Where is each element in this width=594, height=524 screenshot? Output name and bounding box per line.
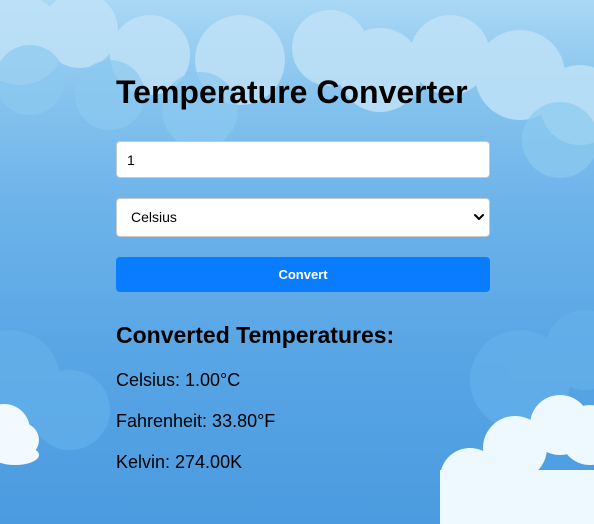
unit-select-value: Celsius bbox=[131, 209, 177, 225]
convert-button[interactable]: Convert bbox=[116, 257, 490, 292]
converter-panel: Temperature Converter Celsius Convert Co… bbox=[116, 66, 490, 473]
fahrenheit-result: Fahrenheit: 33.80°F bbox=[116, 411, 276, 431]
unit-select[interactable]: Celsius bbox=[116, 198, 490, 237]
page-title: Temperature Converter bbox=[116, 74, 468, 110]
kelvin-result: Kelvin: 274.00K bbox=[116, 452, 243, 472]
temperature-input[interactable] bbox=[116, 141, 490, 178]
chevron-down-icon bbox=[474, 214, 484, 220]
celsius-result: Celsius: 1.00°C bbox=[116, 370, 241, 390]
results-heading: Converted Temperatures: bbox=[116, 322, 395, 348]
